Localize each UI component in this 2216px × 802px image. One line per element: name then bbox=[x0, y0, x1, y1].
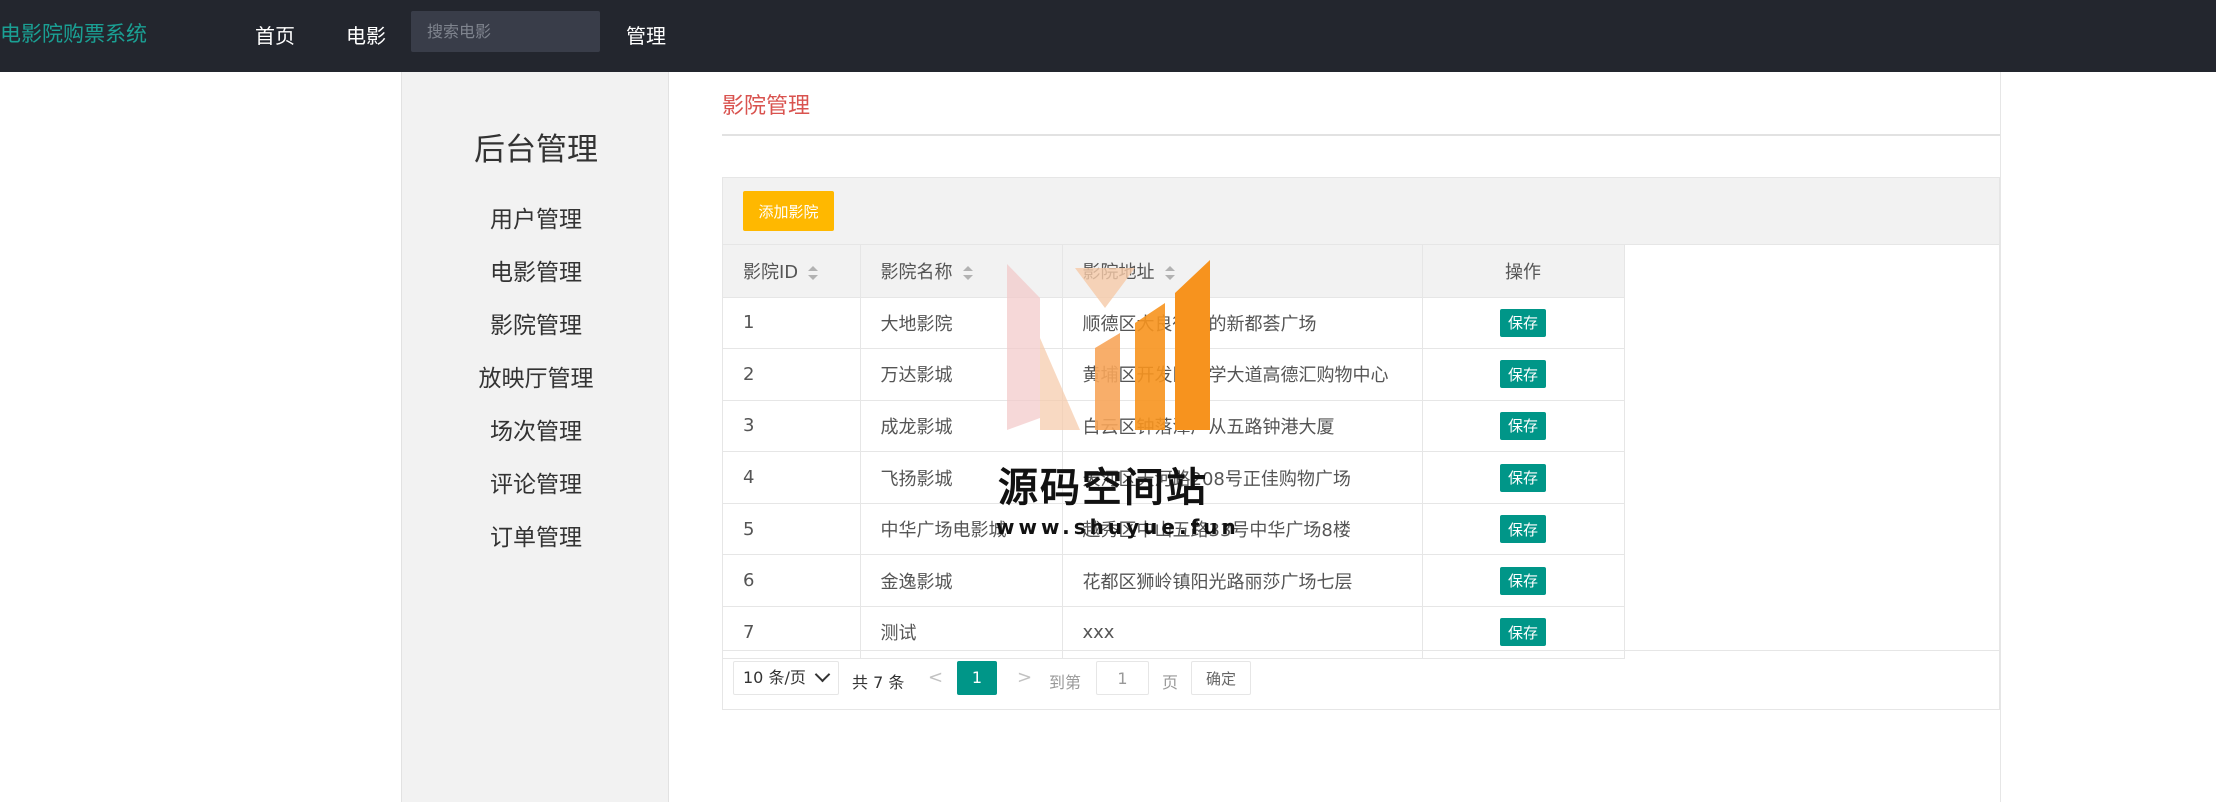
admin-sidebar: 后台管理 用户管理 电影管理 影院管理 放映厅管理 场次管理 评论管理 订单管理 bbox=[401, 72, 669, 802]
sidebar-item-halls[interactable]: 放映厅管理 bbox=[402, 364, 670, 417]
cell-id: 5 bbox=[723, 503, 861, 556]
column-header-id-label: 影院ID bbox=[743, 261, 799, 283]
sort-icon[interactable] bbox=[808, 265, 819, 280]
cell-id: 1 bbox=[723, 297, 861, 350]
content-right-border bbox=[2000, 72, 2001, 802]
cell-action: 保存 bbox=[1422, 451, 1625, 504]
prev-page-icon[interactable]: < bbox=[928, 667, 943, 688]
save-button[interactable]: 保存 bbox=[1500, 411, 1546, 440]
page-title: 影院管理 bbox=[722, 94, 811, 119]
brand-logo-text[interactable]: 电影院购票系统 bbox=[0, 18, 147, 48]
column-header-id[interactable]: 影院ID bbox=[723, 245, 861, 298]
save-button[interactable]: 保存 bbox=[1500, 515, 1546, 544]
sidebar-menu: 用户管理 电影管理 影院管理 放映厅管理 场次管理 评论管理 订单管理 bbox=[402, 205, 670, 576]
save-button[interactable]: 保存 bbox=[1500, 308, 1546, 337]
search-box[interactable] bbox=[411, 11, 600, 52]
cell-id: 6 bbox=[723, 554, 861, 608]
add-cinema-button[interactable]: 添加影院 bbox=[743, 191, 834, 231]
pagination: 10 条/页 共 7 条 < 1 > 到第 页 确定 bbox=[723, 650, 1999, 710]
sidebar-item-comments[interactable]: 评论管理 bbox=[402, 470, 670, 523]
cell-name: 金逸影城 bbox=[860, 554, 1063, 608]
watermark-logo-icon bbox=[1007, 260, 1210, 430]
cinema-table-panel: 添加影院 影院ID 影院名称 影院地址 操作 1 大地影院 顺德区大良街道的新都… bbox=[722, 177, 2000, 710]
cell-action: 保存 bbox=[1422, 297, 1625, 350]
sidebar-item-users[interactable]: 用户管理 bbox=[402, 205, 670, 258]
sidebar-item-orders[interactable]: 订单管理 bbox=[402, 523, 670, 576]
current-page-button[interactable]: 1 bbox=[957, 661, 997, 695]
cell-id: 2 bbox=[723, 348, 861, 401]
cell-action: 保存 bbox=[1422, 503, 1625, 556]
cell-id: 3 bbox=[723, 400, 861, 453]
nav-movie-link[interactable]: 电影 bbox=[346, 20, 386, 49]
goto-page-input[interactable] bbox=[1096, 661, 1149, 695]
save-button[interactable]: 保存 bbox=[1500, 618, 1546, 647]
save-button[interactable]: 保存 bbox=[1500, 463, 1546, 492]
table-row: 6 金逸影城 花都区狮岭镇阳光路丽莎广场七层 保存 bbox=[723, 554, 1625, 608]
nav-admin-link[interactable]: 管理 bbox=[626, 20, 666, 49]
column-header-name-label: 影院名称 bbox=[880, 261, 953, 283]
cell-address: 花都区狮岭镇阳光路丽莎广场七层 bbox=[1062, 554, 1423, 608]
sidebar-item-cinemas[interactable]: 影院管理 bbox=[402, 311, 670, 364]
cell-action: 保存 bbox=[1422, 400, 1625, 453]
goto-confirm-button[interactable]: 确定 bbox=[1191, 661, 1251, 695]
title-divider bbox=[722, 134, 2000, 136]
page-size-select[interactable]: 10 条/页 bbox=[733, 661, 839, 695]
cell-action: 保存 bbox=[1422, 554, 1625, 608]
total-count: 共 7 条 bbox=[852, 673, 905, 692]
chevron-down-icon bbox=[814, 666, 831, 683]
save-button[interactable]: 保存 bbox=[1500, 360, 1546, 389]
page-size-value: 10 条/页 bbox=[743, 668, 806, 687]
sidebar-item-movies[interactable]: 电影管理 bbox=[402, 258, 670, 311]
table-toolbar: 添加影院 bbox=[723, 178, 1999, 245]
sidebar-title: 后台管理 bbox=[474, 132, 598, 168]
page-label: 页 bbox=[1162, 673, 1179, 692]
watermark-text: 源码空间站 bbox=[998, 465, 1208, 511]
cell-action: 保存 bbox=[1422, 348, 1625, 401]
save-button[interactable]: 保存 bbox=[1500, 566, 1546, 595]
goto-label: 到第 bbox=[1049, 673, 1082, 692]
search-input[interactable] bbox=[411, 11, 600, 52]
top-nav-bar: 电影院购票系统 首页 电影 管理 bbox=[0, 0, 2216, 72]
sidebar-item-sessions[interactable]: 场次管理 bbox=[402, 417, 670, 470]
cell-id: 4 bbox=[723, 451, 861, 504]
next-page-icon[interactable]: > bbox=[1017, 667, 1032, 688]
nav-home-link[interactable]: 首页 bbox=[255, 20, 295, 49]
column-header-action: 操作 bbox=[1422, 245, 1625, 298]
watermark-url: www.shuyue.fun bbox=[996, 515, 1240, 539]
sort-icon[interactable] bbox=[962, 265, 973, 280]
